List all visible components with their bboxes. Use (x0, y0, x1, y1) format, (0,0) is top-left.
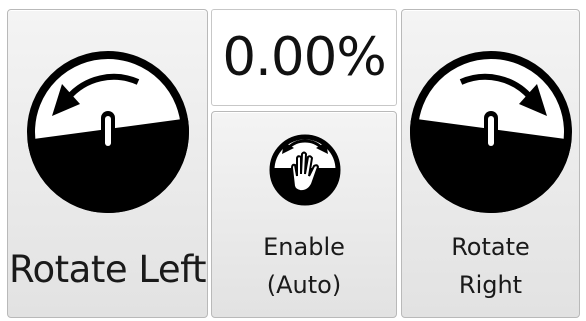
enable-label-line2: (Auto) (266, 271, 342, 299)
rotate-right-label-line1: Rotate (451, 233, 530, 261)
enable-auto-label: Enable (Auto) (212, 228, 396, 304)
rotate-left-button[interactable]: Rotate Left (7, 9, 208, 318)
rotate-right-label-line2: Right (458, 271, 523, 299)
angle-percent-readout: 0.00% (211, 9, 397, 106)
rotate-left-gauge-icon (27, 51, 189, 213)
rotate-left-label: Rotate Left (8, 248, 207, 291)
rotate-right-gauge-icon (410, 51, 572, 213)
rotate-right-label: Rotate Right (402, 228, 579, 304)
enable-label-line1: Enable (263, 233, 345, 261)
rotate-right-button[interactable]: Rotate Right (401, 9, 580, 318)
hand-rotate-icon (269, 134, 341, 206)
enable-auto-button[interactable]: Enable (Auto) (211, 111, 397, 318)
